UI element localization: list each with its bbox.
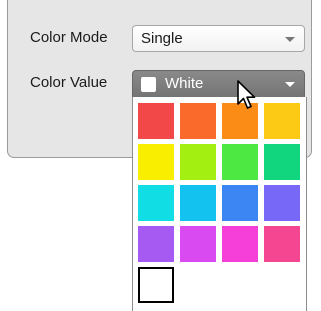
swatch-teal-green[interactable] [264,144,300,180]
swatch-yellow-green[interactable] [180,144,216,180]
color-value-dropdown[interactable]: White [132,70,305,98]
swatch-cyan[interactable] [138,185,174,221]
swatch-orange-red[interactable] [180,103,216,139]
color-mode-label: Color Mode [30,29,108,46]
swatch-magenta[interactable] [222,226,258,262]
swatch-blue[interactable] [222,185,258,221]
color-value-label: Color Value [30,74,108,91]
swatch-red[interactable] [138,103,174,139]
swatch-pink[interactable] [264,226,300,262]
swatch-green[interactable] [222,144,258,180]
swatch-sky-blue[interactable] [180,185,216,221]
swatch-violet[interactable] [138,226,174,262]
mouse-pointer-icon [237,80,256,109]
swatch-indigo[interactable] [264,185,300,221]
selected-color-swatch [141,77,156,92]
color-mode-dropdown[interactable]: Single [132,25,305,52]
color-mode-value: Single [141,30,183,47]
swatch-yellow-orange[interactable] [264,103,300,139]
swatch-yellow[interactable] [138,144,174,180]
color-grid [138,103,302,303]
swatch-purple[interactable] [180,226,216,262]
color-palette-popup [132,97,307,311]
swatch-white[interactable] [138,267,174,303]
chevron-down-icon [285,37,295,42]
chevron-down-icon [285,82,295,87]
color-value-value: White [165,75,204,92]
